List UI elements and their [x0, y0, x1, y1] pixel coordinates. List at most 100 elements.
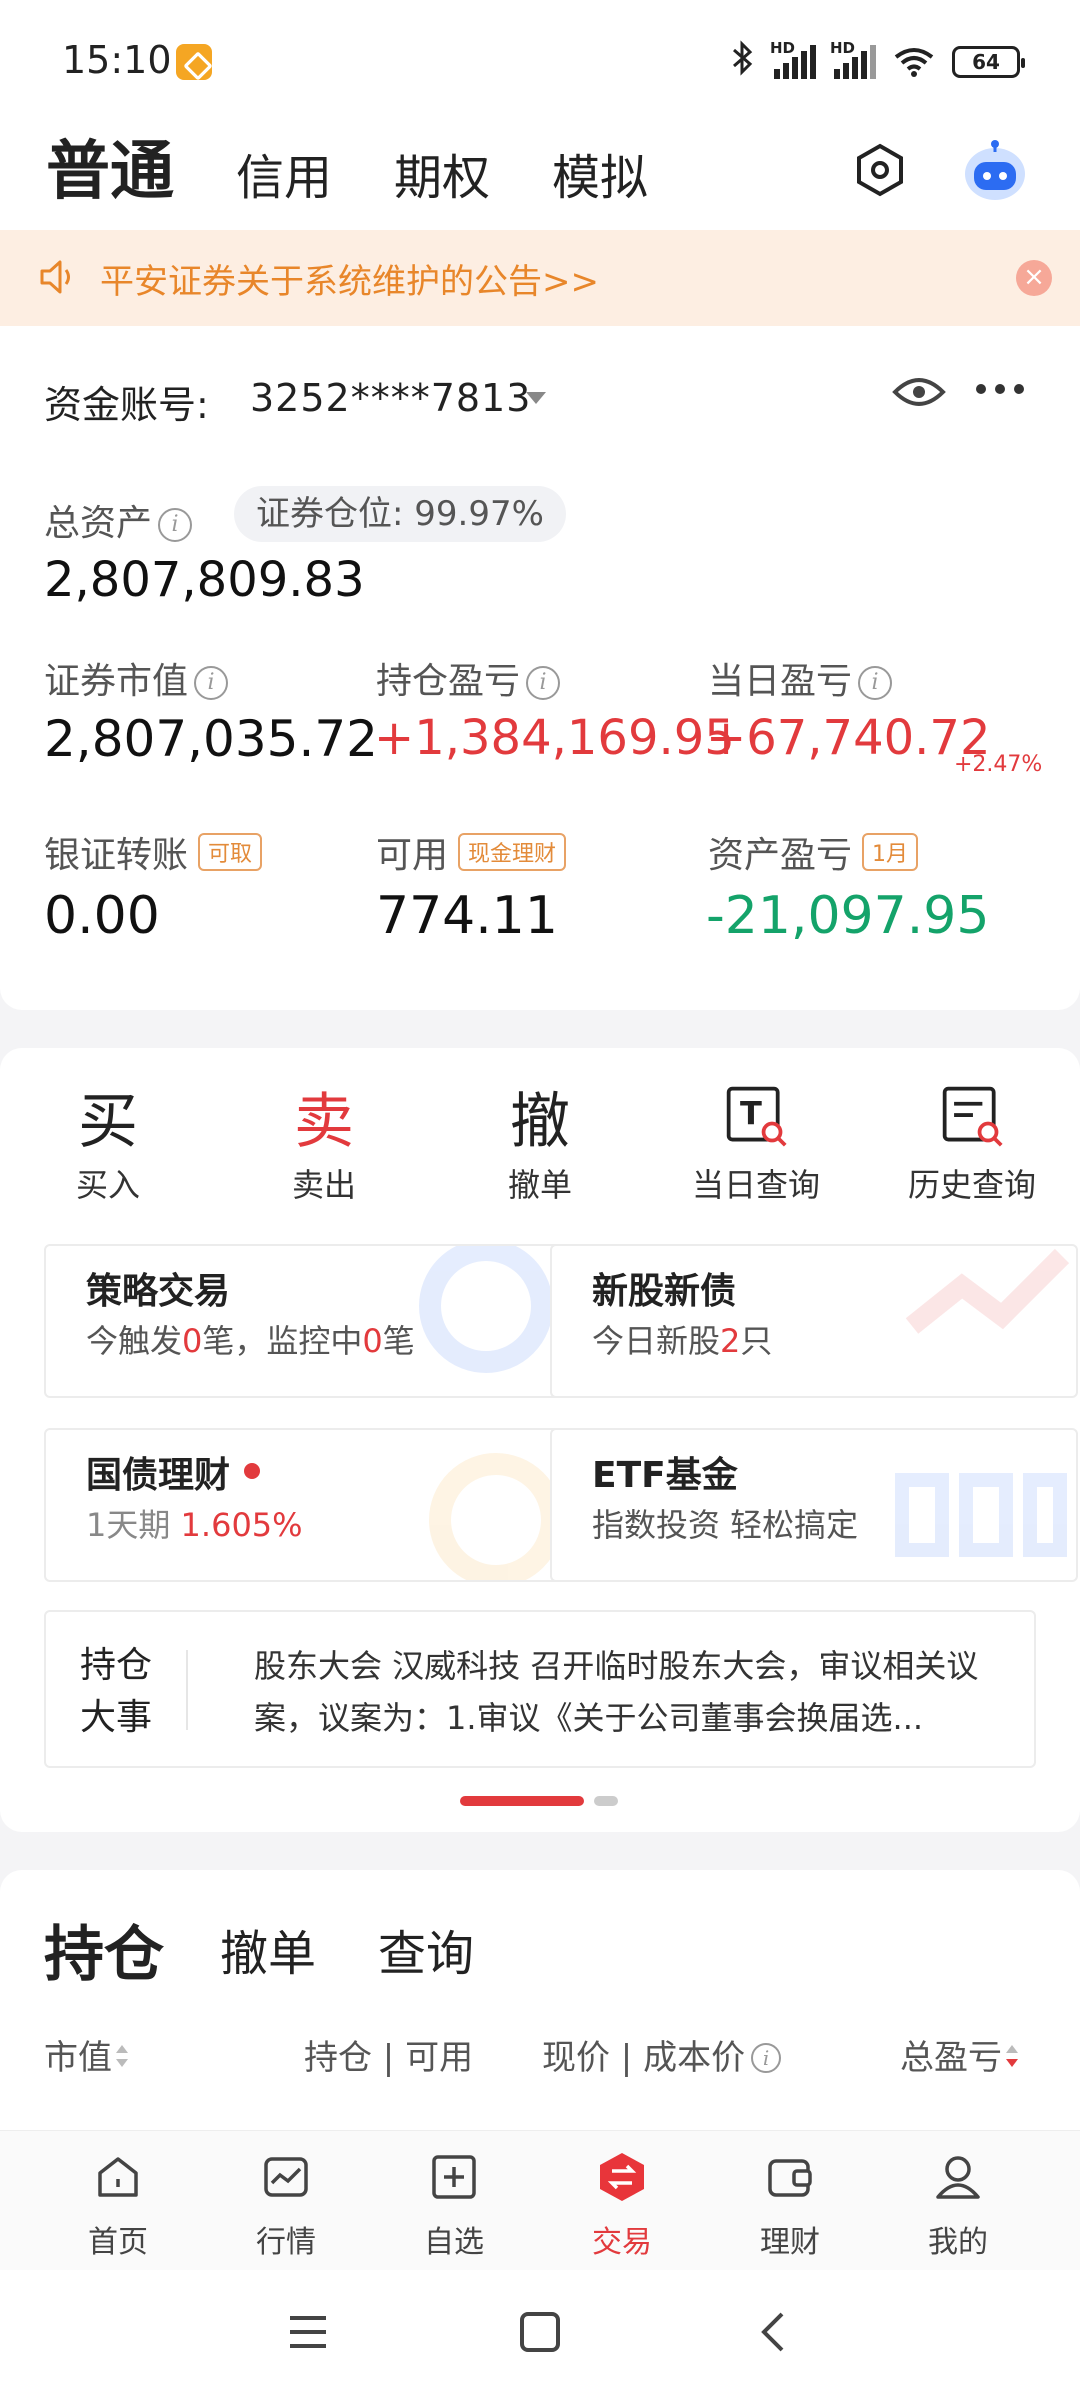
new-ipo-tile[interactable]: 新股新债 今日新股2只	[550, 1244, 1078, 1398]
strategy-deco-icon	[419, 1246, 553, 1373]
info-icon[interactable]: i	[751, 2043, 782, 2073]
cancel-order-icon: 撤	[510, 1086, 570, 1157]
nav-trade[interactable]: 交易	[562, 2151, 682, 2261]
account-dropdown-icon[interactable]	[526, 392, 546, 404]
strategy-trading-tile[interactable]: 策略交易 今触发0笔，监控中0笔	[44, 1244, 572, 1398]
tab-cancel-orders[interactable]: 撤单	[220, 1914, 316, 1984]
app-notification-icon	[176, 44, 212, 80]
nav-mine[interactable]: 我的	[898, 2151, 1018, 2261]
nav-market-label: 行情	[256, 2225, 316, 2260]
account-number-label: 资金账号:	[44, 383, 209, 427]
bluetooth-icon	[730, 40, 756, 83]
tab-query[interactable]: 查询	[378, 1914, 474, 1984]
cash-management-tag[interactable]: 现金理财	[458, 833, 567, 871]
trade-functions-card: 买 买入 卖 卖出 撤 撤单 T 当日查询 历史查询 策略交易 今触发0笔，监控…	[0, 1048, 1080, 1832]
account-number[interactable]: 3252****7813	[250, 376, 531, 420]
home-icon	[98, 2157, 138, 2197]
settings-hex-icon[interactable]	[852, 142, 908, 198]
cancel-order-button[interactable]: 撤 撤单	[450, 1076, 630, 1206]
holding-news-box[interactable]: 持仓大事 股东大会 汉威科技 召开临时股东大会，审议相关议案，议案为：1.审议《…	[44, 1610, 1036, 1768]
etf-fund-tile[interactable]: ETF基金 指数投资 轻松搞定	[550, 1428, 1078, 1582]
battery-icon: 64	[952, 45, 1025, 78]
holdings-section: 持仓 撤单 查询 市值 持仓 | 可用 现价 | 成本价 i 总盈亏	[0, 1870, 1080, 2130]
system-nav-bar	[0, 2270, 1080, 2400]
info-icon[interactable]: i	[526, 666, 561, 700]
sell-label: 卖出	[291, 1166, 356, 1204]
tab-simulation[interactable]: 模拟	[552, 138, 648, 208]
holding-news-text[interactable]: 股东大会 汉威科技 召开临时股东大会，审议相关议案，议案为：1.审议《关于公司董…	[254, 1640, 1014, 1744]
treasury-bond-tile[interactable]: 国债理财 1天期 1.605%	[44, 1428, 572, 1582]
tab-options[interactable]: 期权	[394, 138, 490, 208]
nav-market[interactable]: 行情	[226, 2151, 346, 2261]
holding-pnl-label: 持仓盈亏 i	[376, 652, 561, 704]
sort-desc-icon	[1006, 2045, 1018, 2067]
ipo-deco-icon	[905, 1248, 1070, 1334]
more-options-icon[interactable]	[976, 384, 1024, 394]
back-icon[interactable]	[752, 2310, 796, 2354]
nav-watchlist[interactable]: 自选	[394, 2151, 514, 2261]
buy-button[interactable]: 买 买入	[18, 1076, 198, 1206]
info-icon[interactable]: i	[858, 666, 893, 700]
nav-wealth[interactable]: 理财	[730, 2151, 850, 2261]
info-icon[interactable]: i	[158, 508, 193, 542]
tab-holdings[interactable]: 持仓	[44, 1906, 164, 1993]
announcement-banner[interactable]: 平安证券关于系统维护的公告>> ×	[0, 230, 1080, 326]
account-type-tabs: 普通 信用 期权 模拟	[0, 130, 1080, 230]
tab-normal[interactable]: 普通	[46, 120, 174, 212]
info-icon[interactable]: i	[194, 666, 229, 700]
signal-icon-1: HD	[770, 39, 816, 79]
etf-deco-icon	[895, 1473, 1067, 1557]
nav-watchlist-label: 自选	[424, 2225, 484, 2260]
home-square-icon[interactable]	[518, 2310, 562, 2354]
account-summary-card: 资金账号: 3252****7813 总资产 i 证券仓位: 99.97% 2,8…	[0, 326, 1080, 1010]
chart-icon	[264, 2157, 308, 2197]
holding-news-header: 持仓大事	[80, 1645, 153, 1738]
wallet-icon	[768, 2159, 812, 2197]
menu-icon[interactable]	[286, 2310, 330, 2354]
today-query-icon: T	[666, 1076, 846, 1156]
cancel-order-label: 撤单	[507, 1166, 572, 1204]
bank-transfer-label[interactable]: 银证转账 可取	[44, 826, 263, 878]
robot-assistant-icon[interactable]	[958, 138, 1032, 204]
status-icons: HD HD 64	[730, 39, 1025, 83]
nav-mine-label: 我的	[928, 2225, 988, 2260]
col-market-value[interactable]: 市值	[44, 2030, 128, 2079]
history-query-button[interactable]: 历史查询	[882, 1076, 1062, 1206]
asset-pnl-value: -21,097.95	[706, 886, 990, 946]
bond-deco-icon	[429, 1453, 563, 1580]
new-dot-badge	[244, 1463, 261, 1479]
status-bar: 15:10 HD HD 64	[0, 0, 1080, 130]
plus-box-icon	[432, 2155, 476, 2199]
buy-icon: 买	[78, 1086, 138, 1157]
market-value-label: 证券市值 i	[44, 652, 229, 704]
nav-trade-label: 交易	[592, 2225, 652, 2260]
day-pnl-percent: +2.47%	[954, 752, 1043, 777]
asset-pnl-label: 资产盈亏 1月	[708, 826, 919, 878]
today-query-button[interactable]: T 当日查询	[666, 1076, 846, 1206]
nav-home[interactable]: 首页	[58, 2151, 178, 2261]
sell-icon: 卖	[294, 1086, 354, 1157]
nav-home-label: 首页	[88, 2225, 148, 2260]
trade-icon	[600, 2153, 644, 2201]
ipo-title: 新股新债	[592, 1271, 737, 1312]
eye-icon[interactable]	[892, 372, 946, 412]
bank-transfer-value: 0.00	[44, 886, 160, 946]
sell-button[interactable]: 卖 卖出	[234, 1076, 414, 1206]
carousel-pager	[460, 1796, 618, 1806]
market-value: 2,807,035.72	[44, 710, 378, 768]
tab-credit[interactable]: 信用	[236, 138, 332, 208]
strategy-title: 策略交易	[86, 1271, 231, 1312]
pager-dot	[594, 1796, 618, 1806]
col-total-pnl[interactable]: 总盈亏	[900, 2030, 1018, 2079]
today-query-label: 当日查询	[691, 1166, 820, 1204]
sort-icon	[116, 2045, 128, 2067]
wifi-icon	[894, 47, 934, 77]
holding-pnl-value: +1,384,169.95	[374, 710, 735, 766]
announcement-text[interactable]: 平安证券关于系统维护的公告>>	[100, 254, 599, 303]
status-time: 15:10	[62, 38, 172, 82]
close-announcement-icon[interactable]: ×	[1016, 260, 1052, 296]
col-price: 现价 | 成本价 i	[542, 2030, 782, 2079]
total-assets-label: 总资产 i	[44, 494, 193, 546]
period-tag[interactable]: 1月	[862, 833, 919, 871]
history-query-label: 历史查询	[907, 1166, 1036, 1204]
